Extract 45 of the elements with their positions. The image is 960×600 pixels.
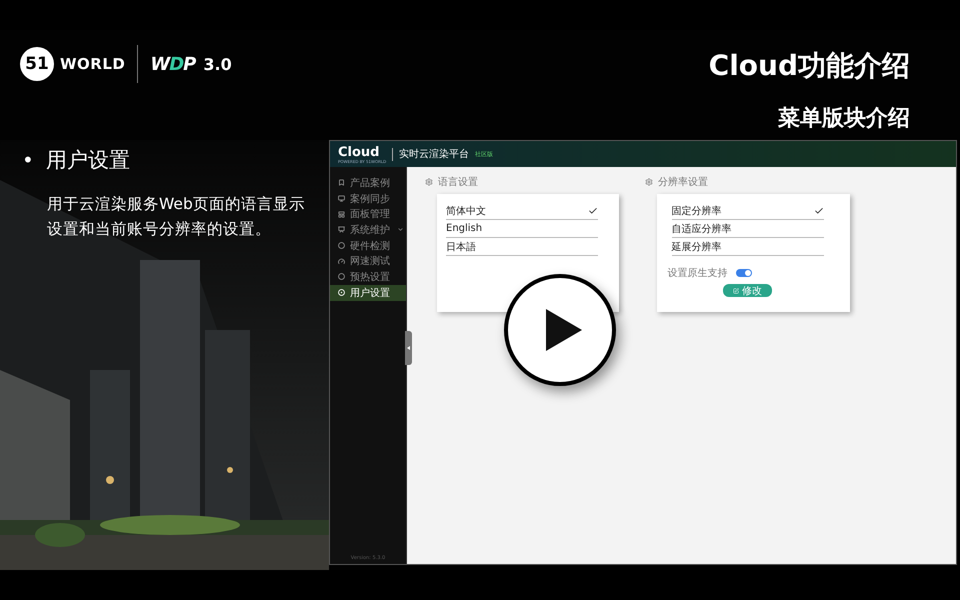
sidebar-item[interactable]: 面板管理 bbox=[330, 206, 406, 222]
bullet-description: 用于云渲染服务Web页面的语言显示设置和当前账号分辨率的设置。 bbox=[47, 194, 306, 240]
slide-subtitle: 菜单版块介绍 bbox=[778, 105, 910, 133]
product-version: 3.0 bbox=[203, 54, 232, 74]
slide-title: Cloud功能介绍 bbox=[708, 48, 910, 84]
edition-label: 社区版 bbox=[475, 150, 494, 158]
bullet-marker: • bbox=[22, 148, 34, 172]
sidebar-item[interactable]: 案例同步 bbox=[330, 190, 406, 206]
circle-icon bbox=[338, 273, 345, 280]
presentation-icon bbox=[338, 226, 345, 234]
section-title: 语言设置 bbox=[438, 176, 478, 189]
option-row[interactable]: 简体中文 bbox=[446, 202, 598, 220]
panel-icon bbox=[338, 210, 345, 218]
play-icon bbox=[546, 309, 582, 351]
toggle-switch[interactable] bbox=[736, 269, 752, 277]
circle-icon bbox=[338, 242, 345, 250]
app-title: 实时云渲染平台 bbox=[399, 148, 470, 161]
sidebar-item[interactable]: 产品案例 bbox=[330, 175, 406, 191]
option-row[interactable]: English bbox=[446, 220, 598, 238]
logo-mark: 51 bbox=[20, 47, 54, 81]
product-logo: WDP bbox=[150, 54, 196, 74]
option-row[interactable]: 延展分辨率 bbox=[672, 238, 824, 256]
sidebar-item[interactable]: 硬件检测 bbox=[330, 238, 406, 254]
settings-icon bbox=[645, 178, 653, 186]
sidebar-item[interactable]: 预热设置 bbox=[330, 269, 406, 285]
option-row[interactable]: 自适应分辨率 bbox=[672, 220, 824, 238]
option-row[interactable]: 日本語 bbox=[446, 238, 598, 256]
sidebar-item[interactable]: 网速测试 bbox=[330, 253, 406, 270]
sidebar-item[interactable]: 用户设置 bbox=[330, 284, 406, 300]
settings-icon bbox=[425, 178, 433, 186]
app-logo: Cloud bbox=[338, 144, 380, 160]
bullet-heading: 用户设置 bbox=[46, 147, 130, 174]
edit-button[interactable]: 修改 bbox=[723, 284, 772, 297]
option-row[interactable]: 固定分辨率 bbox=[672, 202, 824, 220]
brand-name: WORLD bbox=[60, 55, 126, 73]
sidebar-item[interactable]: 系统维护 bbox=[330, 222, 406, 238]
bookmark-icon bbox=[338, 179, 345, 186]
toggle-label: 设置原生支持 bbox=[668, 266, 728, 280]
monitor-icon bbox=[338, 195, 345, 202]
dot-circle-icon bbox=[338, 289, 345, 296]
chevron-icon bbox=[397, 226, 404, 234]
section-title: 分辨率设置 bbox=[658, 176, 708, 189]
gauge-icon bbox=[338, 258, 345, 265]
edit-icon bbox=[733, 288, 739, 294]
collapse-handle[interactable] bbox=[405, 331, 412, 365]
